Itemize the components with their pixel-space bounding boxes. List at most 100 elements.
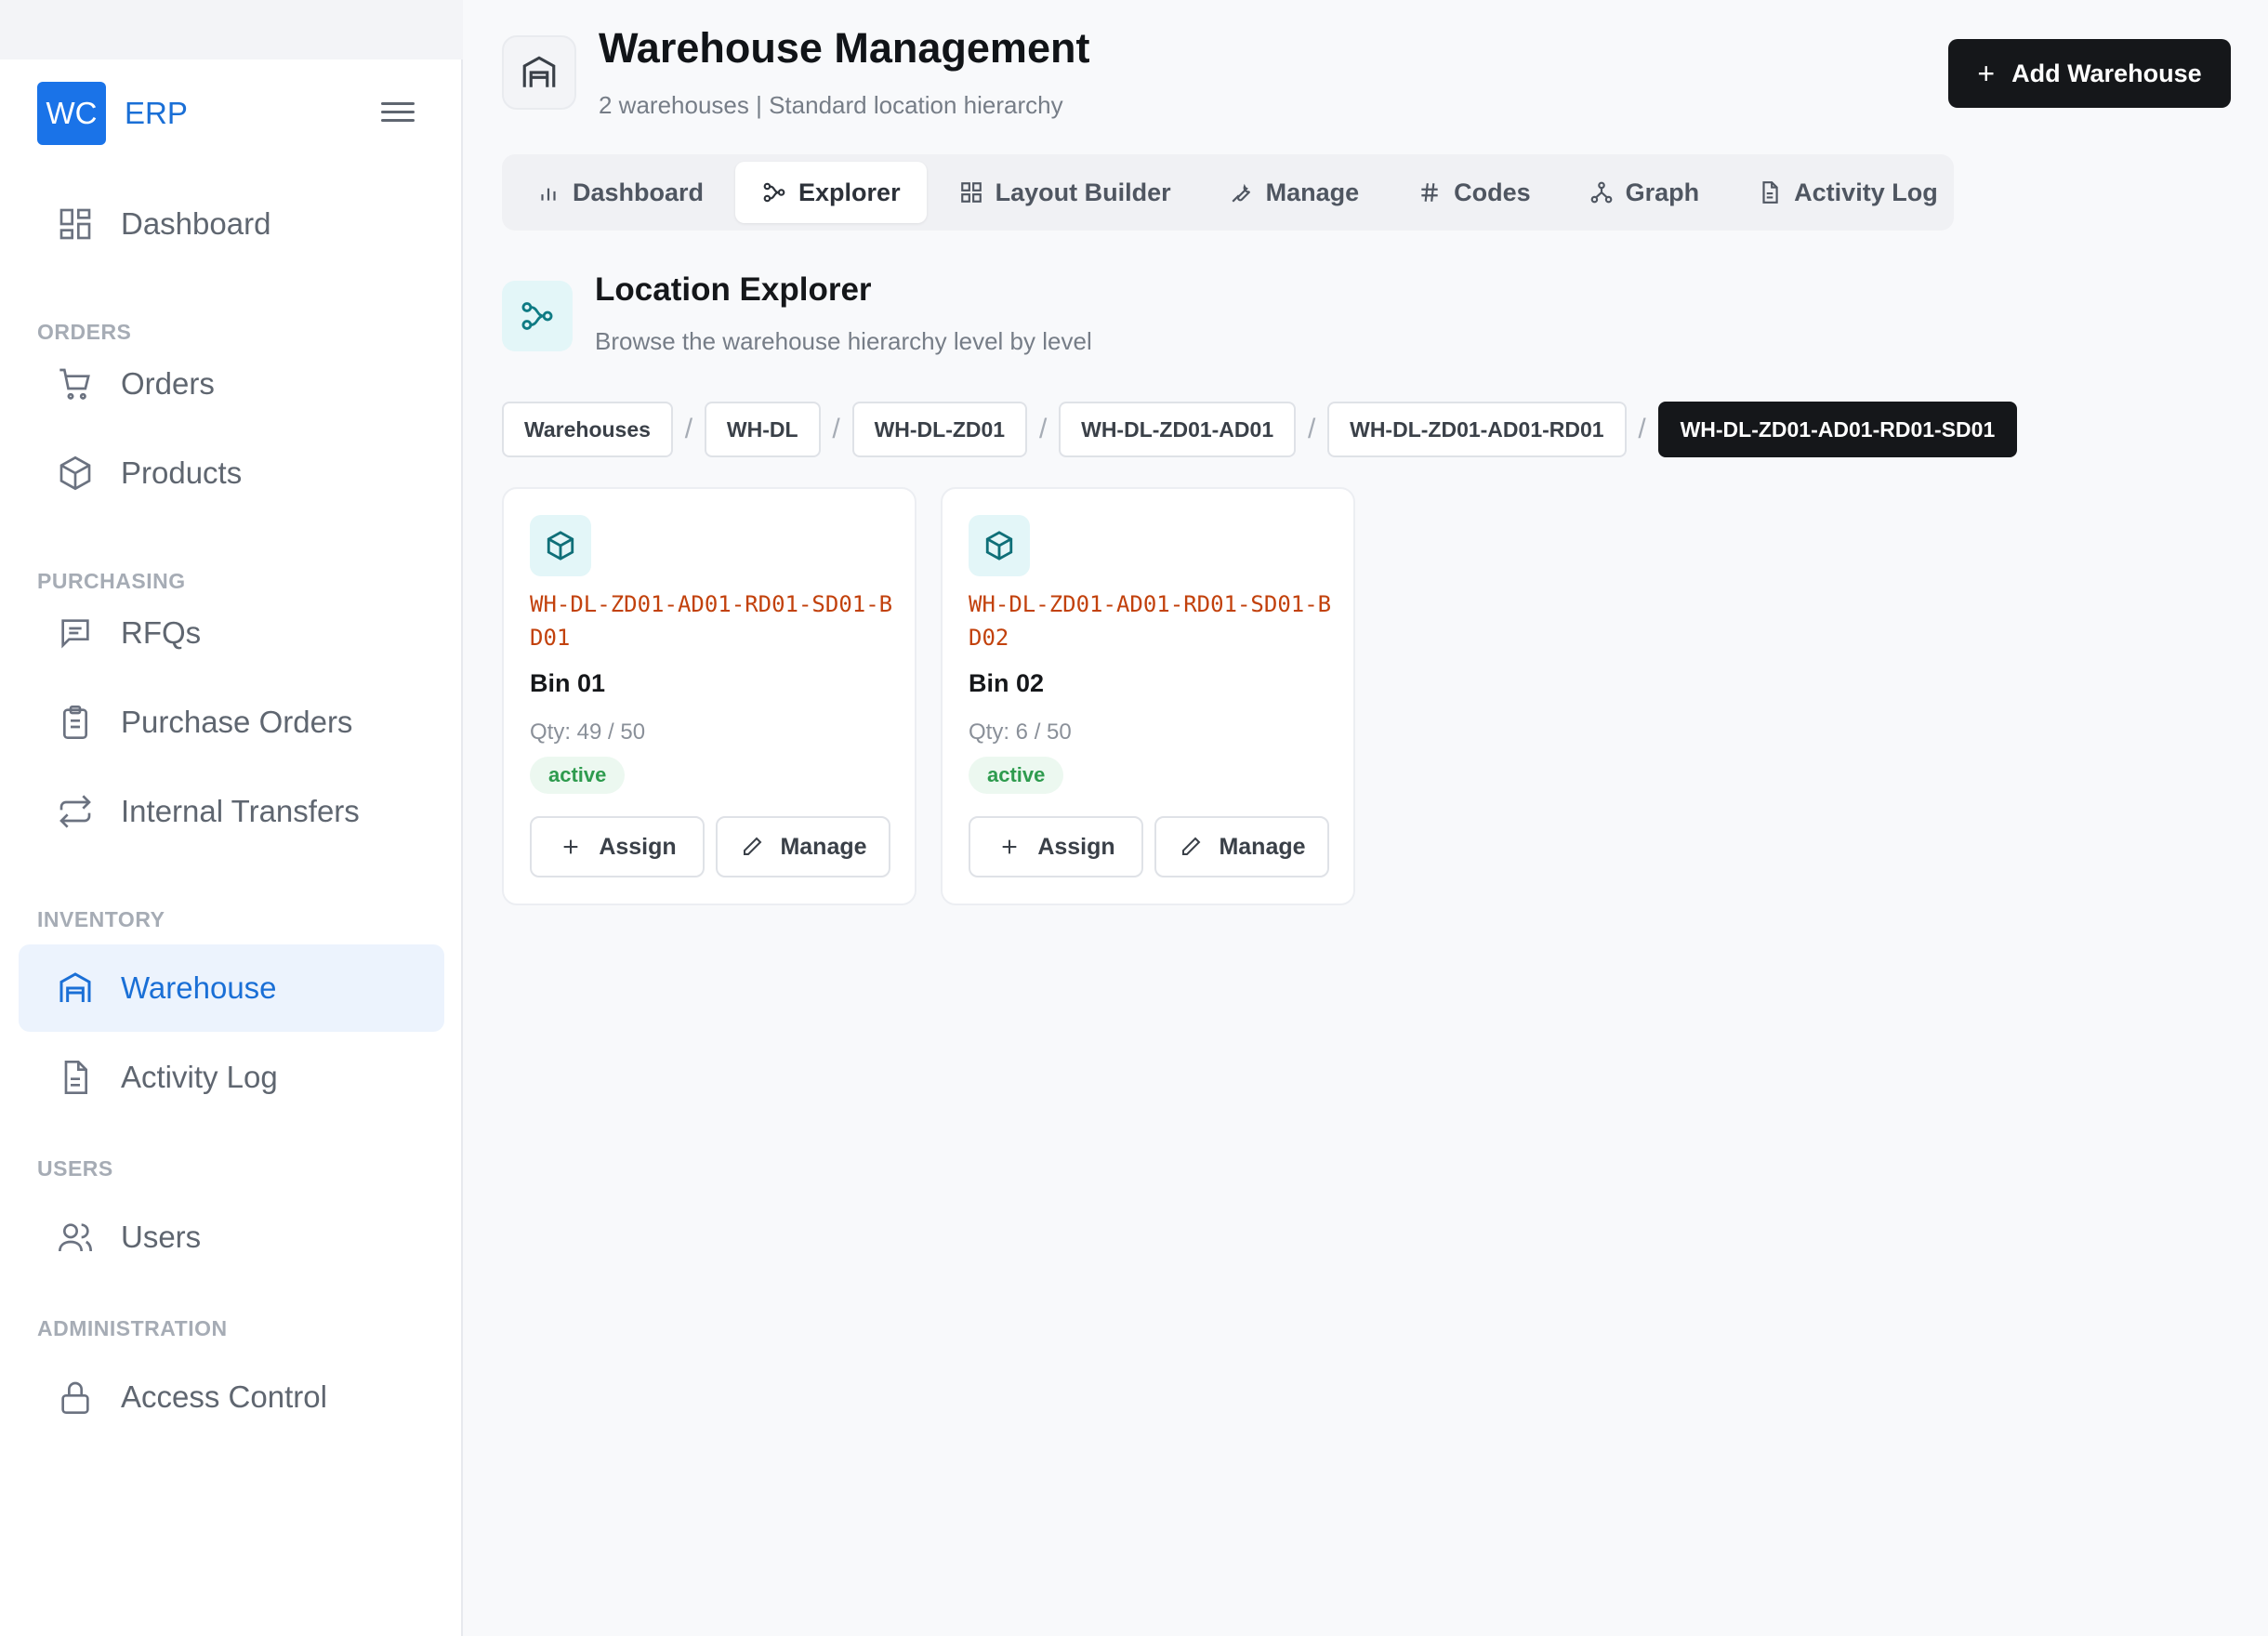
pencil-icon xyxy=(1178,834,1204,860)
plus-icon: + xyxy=(1977,56,1996,90)
section-subtitle: Browse the warehouse hierarchy level by … xyxy=(595,327,1092,355)
brand-logo: WC xyxy=(37,82,106,145)
assign-button[interactable]: Assign xyxy=(969,816,1143,877)
sidebar-item-orders[interactable]: Orders xyxy=(19,340,444,428)
lock-icon xyxy=(54,1376,97,1418)
sidebar-item-rfqs[interactable]: RFQs xyxy=(19,589,444,677)
box-icon xyxy=(530,515,591,576)
sidebar-item-access-control[interactable]: Access Control xyxy=(19,1353,444,1441)
brand[interactable]: WC ERP xyxy=(37,82,188,145)
bar-chart-icon xyxy=(535,179,561,205)
breadcrumb: Warehouses / WH-DL / WH-DL-ZD01 / WH-DL-… xyxy=(502,402,2018,457)
sidebar-item-products[interactable]: Products xyxy=(19,429,444,517)
wrench-icon xyxy=(1229,179,1255,205)
tab-dashboard[interactable]: Dashboard xyxy=(509,162,730,223)
bin-code: WH-DL-ZD01-AD01-RD01-SD01-BD02 xyxy=(969,591,1332,651)
warehouse-icon xyxy=(54,967,97,1009)
sidebar-item-label: Dashboard xyxy=(121,206,271,241)
tab-bar: Dashboard Explorer Layout Builder Manage… xyxy=(502,154,1954,231)
section-label-administration: ADMINISTRATION xyxy=(37,1316,228,1340)
tab-manage[interactable]: Manage xyxy=(1203,162,1386,223)
add-warehouse-label: Add Warehouse xyxy=(2011,59,2202,87)
tab-label: Codes xyxy=(1454,178,1531,206)
sidebar-item-label: Access Control xyxy=(121,1379,327,1414)
grid-icon xyxy=(958,179,984,205)
bin-quantity: Qty: 49 / 50 xyxy=(530,719,646,745)
sidebar-item-label: Orders xyxy=(121,366,215,401)
transfer-icon xyxy=(54,790,97,833)
breadcrumb-separator: / xyxy=(1307,414,1316,444)
sidebar-item-users[interactable]: Users xyxy=(19,1194,444,1281)
dashboard-icon xyxy=(54,203,97,245)
document-icon xyxy=(1757,179,1783,205)
manage-label: Manage xyxy=(780,833,867,860)
breadcrumb-separator: / xyxy=(1638,414,1646,444)
sidebar-item-label: Internal Transfers xyxy=(121,794,360,828)
hierarchy-icon xyxy=(502,281,573,351)
breadcrumb-item[interactable]: Warehouses xyxy=(502,402,673,457)
breadcrumb-separator: / xyxy=(832,414,840,444)
sidebar-item-label: Warehouse xyxy=(121,970,277,1005)
tab-layout-builder[interactable]: Layout Builder xyxy=(932,162,1197,223)
tab-label: Explorer xyxy=(798,178,901,206)
bin-name: Bin 01 xyxy=(530,669,606,697)
sidebar-item-warehouse[interactable]: Warehouse xyxy=(19,944,444,1032)
tab-label: Dashboard xyxy=(573,178,705,206)
tab-explorer[interactable]: Explorer xyxy=(735,162,927,223)
breadcrumb-item[interactable]: WH-DL-ZD01-AD01-RD01 xyxy=(1327,402,1627,457)
section-label-inventory: INVENTORY xyxy=(37,907,165,931)
breadcrumb-item[interactable]: WH-DL-ZD01-AD01 xyxy=(1059,402,1297,457)
message-icon xyxy=(54,612,97,654)
assign-label: Assign xyxy=(1037,833,1115,860)
hierarchy-icon xyxy=(761,179,787,205)
box-icon xyxy=(969,515,1030,576)
cart-icon xyxy=(54,363,97,405)
bin-quantity: Qty: 6 / 50 xyxy=(969,719,1072,745)
assign-label: Assign xyxy=(599,833,677,860)
breadcrumb-separator: / xyxy=(684,414,693,444)
sidebar-item-activity-log[interactable]: Activity Log xyxy=(19,1034,444,1121)
manage-button[interactable]: Manage xyxy=(716,816,890,877)
tab-graph[interactable]: Graph xyxy=(1563,162,1726,223)
sidebar-item-label: Products xyxy=(121,455,243,490)
breadcrumb-separator: / xyxy=(1038,414,1048,444)
breadcrumb-current[interactable]: WH-DL-ZD01-AD01-RD01-SD01 xyxy=(1657,402,2018,457)
plus-icon xyxy=(558,834,584,860)
breadcrumb-item[interactable]: WH-DL xyxy=(704,402,821,457)
page-subtitle: 2 warehouses | Standard location hierarc… xyxy=(599,91,1063,119)
sidebar-item-internal-transfers[interactable]: Internal Transfers xyxy=(19,768,444,855)
top-strip xyxy=(0,0,463,59)
sidebar-item-dashboard[interactable]: Dashboard xyxy=(19,180,444,268)
bin-name: Bin 02 xyxy=(969,669,1045,697)
tab-label: Manage xyxy=(1265,178,1360,206)
clipboard-icon xyxy=(54,701,97,744)
tab-activity-log[interactable]: Activity Log xyxy=(1731,162,1964,223)
sidebar-item-label: Purchase Orders xyxy=(121,705,353,739)
page-title: Warehouse Management xyxy=(599,24,1090,72)
sidebar: WC ERP Dashboard ORDERS Orders Products … xyxy=(0,59,463,1636)
manage-button[interactable]: Manage xyxy=(1154,816,1329,877)
tab-label: Activity Log xyxy=(1794,178,1938,206)
manage-label: Manage xyxy=(1219,833,1306,860)
sidebar-item-label: Activity Log xyxy=(121,1060,278,1094)
bin-code: WH-DL-ZD01-AD01-RD01-SD01-BD01 xyxy=(530,591,893,651)
sidebar-item-purchase-orders[interactable]: Purchase Orders xyxy=(19,679,444,766)
tab-codes[interactable]: Codes xyxy=(1391,162,1557,223)
menu-toggle-icon[interactable] xyxy=(377,97,418,134)
breadcrumb-item[interactable]: WH-DL-ZD01 xyxy=(851,402,1028,457)
hash-icon xyxy=(1417,179,1443,205)
pencil-icon xyxy=(739,834,765,860)
tab-label: Graph xyxy=(1625,178,1700,206)
graph-icon xyxy=(1589,179,1615,205)
box-icon xyxy=(54,452,97,495)
plus-icon xyxy=(996,834,1022,860)
document-icon xyxy=(54,1056,97,1099)
bin-card[interactable]: WH-DL-ZD01-AD01-RD01-SD01-BD01 Bin 01 Qt… xyxy=(502,487,916,905)
tab-label: Layout Builder xyxy=(995,178,1171,206)
assign-button[interactable]: Assign xyxy=(530,816,705,877)
users-icon xyxy=(54,1216,97,1259)
bin-card[interactable]: WH-DL-ZD01-AD01-RD01-SD01-BD02 Bin 02 Qt… xyxy=(941,487,1355,905)
add-warehouse-button[interactable]: + Add Warehouse xyxy=(1948,39,2231,108)
status-badge: active xyxy=(969,757,1064,794)
status-badge: active xyxy=(530,757,626,794)
